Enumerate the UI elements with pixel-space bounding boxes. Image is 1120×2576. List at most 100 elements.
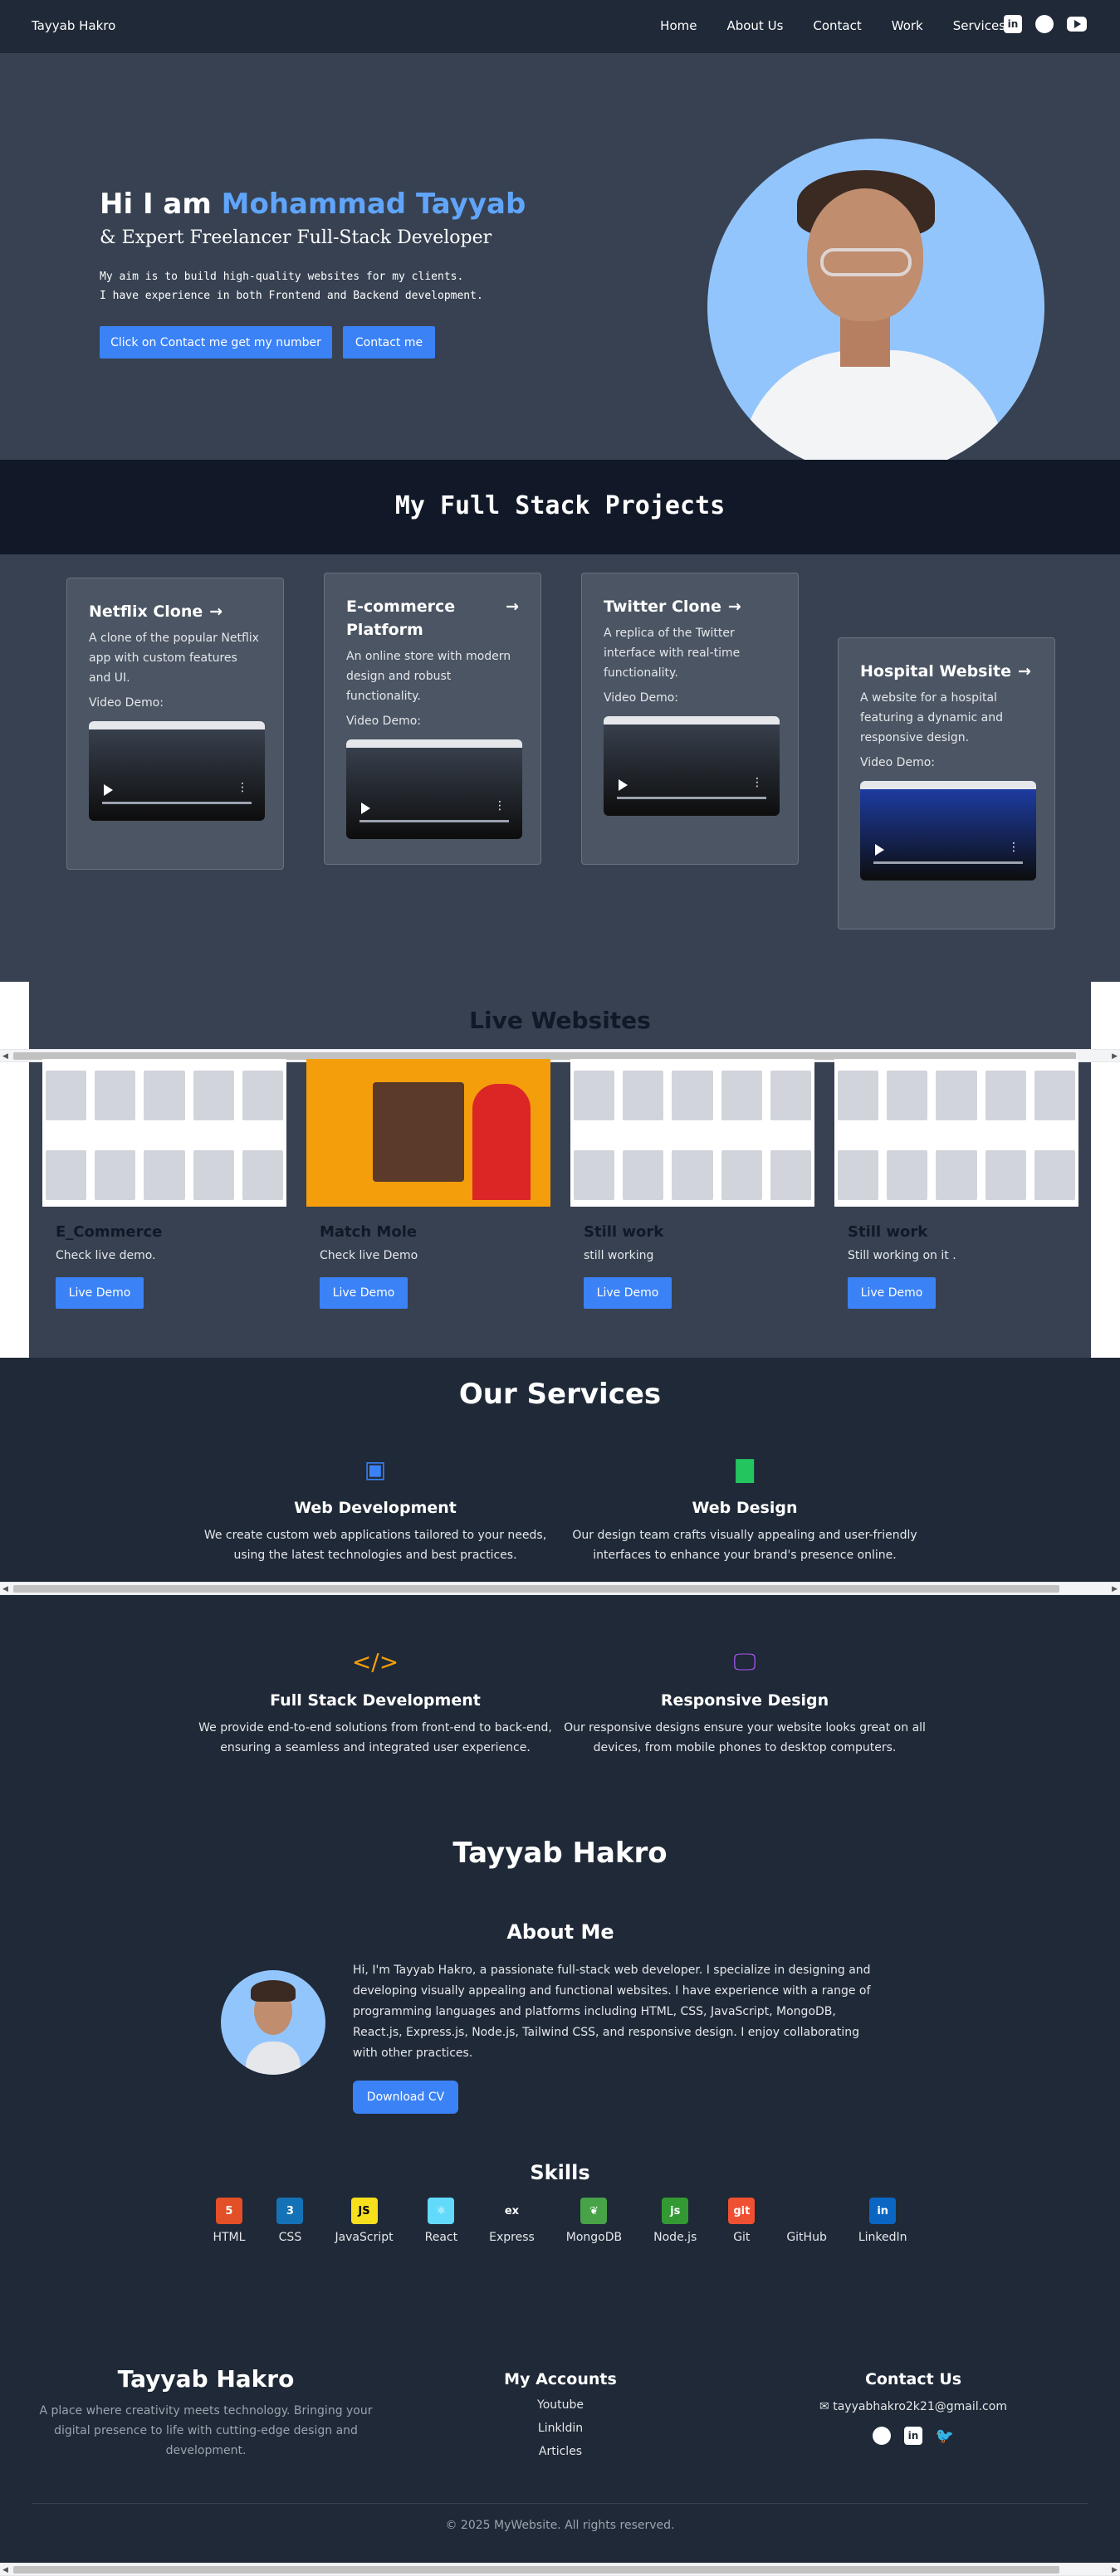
hero-section: Hi I am Mohammad Tayyab & Expert Freelan… xyxy=(0,53,1120,476)
site-thumbnail xyxy=(570,1059,814,1207)
nav-brand[interactable]: Tayyab Hakro xyxy=(32,18,115,33)
skills-list: 5 HTML 3 CSS JS JavaScript ⚛ React ex Express ❦ Mon… xyxy=(0,2198,1120,2244)
service-title: Web Design xyxy=(692,1499,798,1517)
service-desc: Our design team crafts visually appealin… xyxy=(572,1529,917,1562)
skill-label: Git xyxy=(733,2231,751,2244)
linkedin-icon: in xyxy=(869,2198,897,2224)
live-margin-right xyxy=(1091,982,1120,1358)
css-icon: 3 xyxy=(276,2198,304,2224)
account-link-articles[interactable]: Articles xyxy=(477,2445,643,2458)
projects-section: Netflix Clone → A clone of the popular Ne… xyxy=(0,554,1120,982)
skill-item: 3 CSS xyxy=(276,2198,304,2244)
account-link-linkedin[interactable]: Linkldin xyxy=(477,2422,643,2435)
javascript-icon: JS xyxy=(350,2198,378,2224)
linkedin-icon[interactable]: in xyxy=(1004,15,1022,33)
services-section: Our Services ▣ Web Development We create… xyxy=(0,1358,1120,1798)
accounts-title: My Accounts xyxy=(504,2370,617,2388)
account-link-youtube[interactable]: Youtube xyxy=(477,2398,643,2412)
about-heading: About Me xyxy=(506,1920,614,1944)
play-icon xyxy=(619,779,628,791)
arrow-right-icon: → xyxy=(209,603,223,621)
nav-link-about[interactable]: About Us xyxy=(726,18,783,33)
live-demo-button[interactable]: Live Demo xyxy=(848,1277,936,1309)
copyright: © 2025 MyWebsite. All rights reserved. xyxy=(445,2519,675,2532)
horizontal-scrollbar[interactable]: ◀ ▶ xyxy=(0,2563,1120,2576)
hero-line-2: I have experience in both Frontend and B… xyxy=(100,290,483,302)
live-site-title: Match Mole xyxy=(320,1223,418,1241)
play-icon xyxy=(875,844,884,856)
hero-subtitle: & Expert Freelancer Full-Stack Developer xyxy=(100,227,492,248)
live-site-desc: still working xyxy=(584,1249,654,1262)
video-player[interactable]: ⋮ xyxy=(89,721,265,821)
skill-item: ❦ MongoDB xyxy=(566,2198,622,2244)
video-demo-label: Video Demo: xyxy=(860,756,935,769)
nav-link-home[interactable]: Home xyxy=(660,18,697,33)
youtube-icon[interactable] xyxy=(1067,17,1087,32)
code-icon: </> xyxy=(351,1648,399,1676)
nav-link-services[interactable]: Services xyxy=(953,18,1005,33)
service-card: 🖵 Responsive Design Our responsive desig… xyxy=(562,1648,927,1758)
linkedin-icon[interactable]: in xyxy=(904,2427,922,2445)
skill-item: js Node.js xyxy=(653,2198,697,2244)
footer-accounts: My Accounts Youtube Linkldin Articles xyxy=(477,2370,643,2458)
live-demo-button[interactable]: Live Demo xyxy=(584,1277,672,1309)
service-desc: We create custom web applications tailor… xyxy=(203,1529,547,1562)
video-player[interactable]: ⋮ xyxy=(860,781,1036,881)
live-site-title: E_Commerce xyxy=(56,1223,163,1241)
live-demo-button[interactable]: Live Demo xyxy=(320,1277,408,1309)
service-card: ▇ Web Design Our design team crafts visu… xyxy=(562,1456,927,1565)
contact-email[interactable]: ✉ tayyabhakro2k21@gmail.com xyxy=(789,2400,1038,2413)
avatar xyxy=(221,1970,325,2075)
download-cv-button[interactable]: Download CV xyxy=(353,2081,458,2114)
project-desc: A website for a hospital featuring a dyn… xyxy=(860,691,1004,744)
video-demo-label: Video Demo: xyxy=(604,691,678,705)
github-icon[interactable] xyxy=(1035,15,1054,33)
hero-name: Mohammad Tayyab xyxy=(221,188,526,221)
contact-me-button[interactable]: Contact me xyxy=(343,326,435,359)
twitter-icon[interactable]: 🐦 xyxy=(936,2427,954,2445)
projects-header: My Full Stack Projects xyxy=(0,460,1120,554)
hero-greeting: Hi I am xyxy=(100,188,222,221)
live-site-desc: Check live Demo xyxy=(320,1249,418,1262)
service-desc: We provide end-to-end solutions from fro… xyxy=(198,1721,552,1754)
skill-label: MongoDB xyxy=(565,2231,623,2244)
project-title: Twitter Clone → xyxy=(604,595,776,618)
skills-title: Skills xyxy=(530,2161,590,2184)
git-icon: git xyxy=(728,2198,756,2224)
project-card[interactable]: Hospital Website → A website for a hospit… xyxy=(838,637,1055,929)
video-demo-label: Video Demo: xyxy=(346,715,421,728)
video-demo-label: Video Demo: xyxy=(89,696,164,710)
live-site-card[interactable]: Match Mole Check live Demo Live Demo xyxy=(306,1059,550,1325)
service-card: ▣ Web Development We create custom web a… xyxy=(193,1456,558,1565)
arrow-right-icon: → xyxy=(506,598,519,616)
live-demo-button[interactable]: Live Demo xyxy=(56,1277,144,1309)
video-player[interactable]: ⋮ xyxy=(604,716,780,816)
project-card[interactable]: Twitter Clone → A replica of the Twitter … xyxy=(581,573,799,865)
live-site-card[interactable]: Still work Still working on it . Live De… xyxy=(834,1059,1078,1325)
footer-divider xyxy=(32,2503,1088,2504)
nav-link-work[interactable]: Work xyxy=(892,18,923,33)
live-site-card[interactable]: Still work still working Live Demo xyxy=(570,1059,814,1325)
horizontal-scrollbar[interactable]: ◀ ▶ xyxy=(0,1582,1120,1595)
skill-item: GitHub xyxy=(786,2198,827,2244)
project-card[interactable]: Netflix Clone → A clone of the popular Ne… xyxy=(66,578,284,870)
skill-item: 5 HTML xyxy=(213,2198,245,2244)
live-site-card[interactable]: E_Commerce Check live demo. Live Demo xyxy=(42,1059,286,1325)
about-section: About Me Hi, I'm Tayyab Hakro, a passion… xyxy=(208,1900,913,2133)
video-player[interactable]: ⋮ xyxy=(346,739,522,839)
skill-item: JS JavaScript xyxy=(335,2198,394,2244)
project-desc: An online store with modern design and r… xyxy=(346,650,511,703)
footer: Tayyab Hakro A place where creativity me… xyxy=(0,2340,1120,2563)
nav-link-contact[interactable]: Contact xyxy=(813,18,861,33)
get-number-button[interactable]: Click on Contact me get my number xyxy=(100,326,332,359)
footer-contact: Contact Us ✉ tayyabhakro2k21@gmail.com i… xyxy=(789,2370,1038,2445)
skill-label: Node.js xyxy=(653,2231,697,2244)
react-icon: ⚛ xyxy=(428,2198,455,2224)
service-title: Responsive Design xyxy=(660,1691,829,1710)
github-icon[interactable] xyxy=(873,2427,891,2445)
project-card[interactable]: E-commerce Platform → An online store wit… xyxy=(324,573,541,865)
hero-heading: Hi I am Mohammad Tayyab xyxy=(100,188,526,221)
skill-label: Express xyxy=(489,2231,535,2244)
hero-description: My aim is to build high-quality websites… xyxy=(100,267,483,305)
services-title: Our Services xyxy=(458,1378,662,1411)
